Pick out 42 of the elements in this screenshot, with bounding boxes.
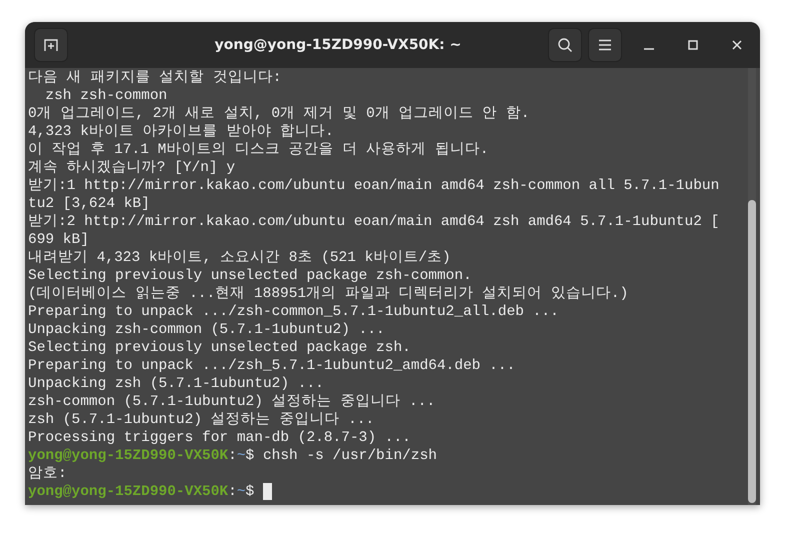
- command-text: chsh -s /usr/bin/zsh: [262, 448, 437, 464]
- prompt-separator: :: [228, 484, 237, 500]
- output-line: 0개 업그레이드, 2개 새로 설치, 0개 제거 및 0개 업그레이드 안 함.: [28, 105, 531, 123]
- output-line: 다음 새 패키지를 설치할 것입니다:: [28, 69, 283, 87]
- output-line: 4,323 k바이트 아카이브를 받아야 합니다.: [28, 123, 335, 141]
- search-button[interactable]: [548, 28, 582, 62]
- window-title: yong@yong-15ZD990-VX50K: ~: [214, 37, 462, 53]
- output-line: Unpacking zsh (5.7.1-1ubuntu2) ...: [28, 375, 325, 393]
- prompt-host: yong@yong-15ZD990-VX50K: [28, 448, 228, 464]
- prompt-host: yong@yong-15ZD990-VX50K: [28, 484, 228, 500]
- output-line: zsh-common (5.7.1-1ubuntu2) 설정하는 중입니다 ...: [28, 393, 436, 411]
- close-icon: [732, 40, 742, 50]
- output-line: Preparing to unpack .../zsh_5.7.1-1ubuntu2_amd64.deb ...: [28, 357, 516, 375]
- search-icon: [557, 37, 573, 53]
- prompt-separator: :: [228, 448, 237, 464]
- output-line: 암호:: [28, 465, 68, 483]
- output-line: Preparing to unpack .../zsh-common_5.7.1-1ubuntu2_all.deb ...: [28, 303, 560, 321]
- output-line: (데이터베이스 읽는중 ...현재 188951개의 파일과 디렉터리가 설치되어 있습니다.): [28, 285, 630, 303]
- output-line: zsh zsh-common: [44, 87, 168, 105]
- output-line: Unpacking zsh-common (5.7.1-1ubuntu2) ...: [28, 321, 386, 339]
- maximize-icon: [688, 40, 698, 50]
- output-line: 받기:1 http://mirror.kakao.com/ubuntu eoan/main amd64 zsh-common all 5.7.1-1ubun: [28, 177, 720, 195]
- new-tab-icon: [43, 37, 59, 53]
- prompt-path: ~: [236, 484, 246, 500]
- output-line: 받기:2 http://mirror.kakao.com/ubuntu eoan/main amd64 zsh amd64 5.7.1-1ubuntu2 [: [28, 213, 720, 231]
- menu-button[interactable]: [588, 28, 622, 62]
- output-line: Selecting previously unselected package zsh.: [28, 339, 412, 357]
- prompt-sign: $: [246, 484, 254, 500]
- output-line: Processing triggers for man-db (2.8.7-3) ...: [28, 429, 412, 447]
- new-tab-button[interactable]: [34, 28, 68, 62]
- output-line: zsh (5.7.1-1ubuntu2) 설정하는 중입니다 ...: [28, 411, 376, 429]
- output-line: 계속 하시겠습니까? [Y/n] y: [28, 159, 236, 177]
- minimize-icon: [644, 48, 654, 50]
- prompt-sign: $: [246, 448, 254, 464]
- output-line: Selecting previously unselected package zsh-common.: [28, 267, 473, 285]
- output-line: tu2 [3,624 kB]: [28, 195, 151, 213]
- output-line: 내려받기 4,323 k바이트, 소요시간 8초 (521 k바이트/초): [28, 249, 452, 267]
- prompt-path: ~: [236, 448, 246, 464]
- menu-icon: [598, 39, 612, 51]
- scrollbar-thumb[interactable]: [748, 200, 756, 503]
- output-line: 이 작업 후 17.1 M바이트의 디스크 공간을 더 사용하게 됩니다.: [28, 141, 490, 159]
- output-line: 699 kB]: [28, 231, 90, 249]
